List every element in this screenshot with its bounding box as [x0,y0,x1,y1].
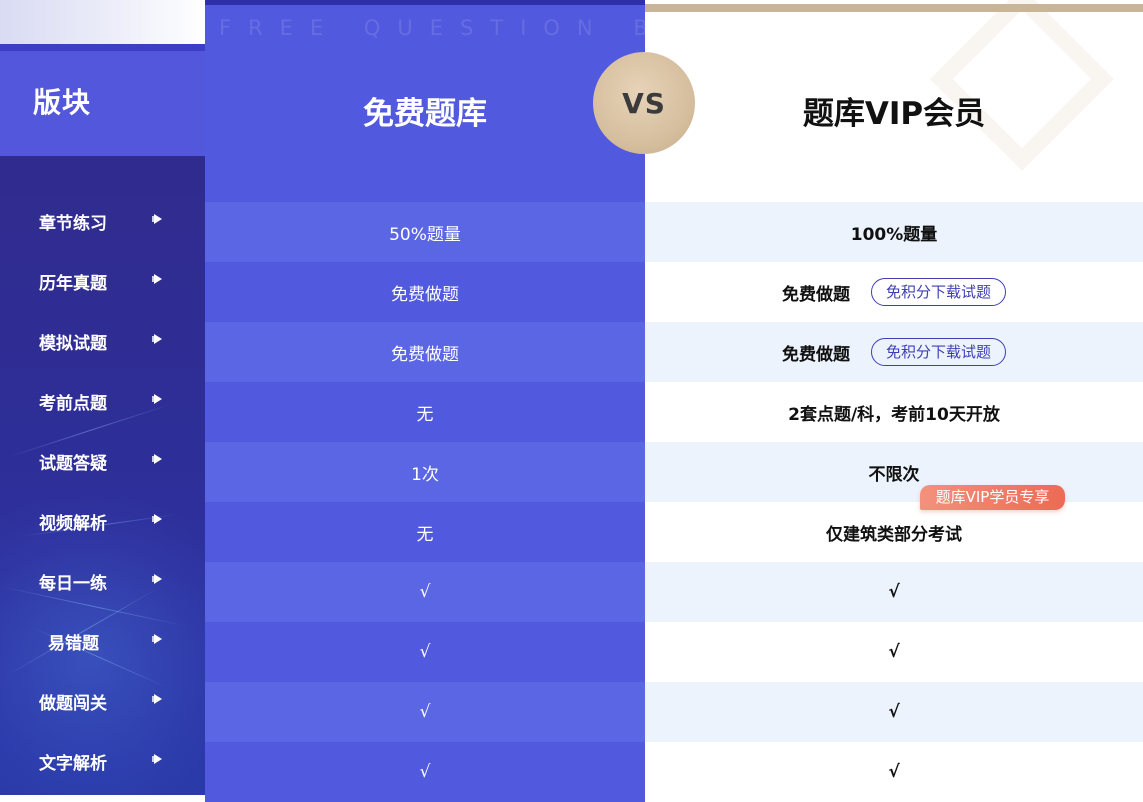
play-arrow-icon [152,394,162,404]
vip-cell-3: 2套点题/科，考前10天开放 [645,382,1143,442]
row-label-text: 考前点题 [39,394,107,414]
play-arrow-icon [152,754,162,764]
vip-cell-text: 2套点题/科，考前10天开放 [788,404,1000,425]
vip-cell-text: √ [888,582,900,602]
free-cell-1: 免费做题 [205,262,645,322]
vip-cell-text: 仅建筑类部分考试 [826,524,962,545]
download-papers-button[interactable]: 免积分下载试题 [870,338,1006,366]
play-arrow-icon [152,274,162,284]
vip-cell-text: 不限次 [868,464,920,485]
free-cell-6: √ [205,562,645,622]
row-label-1: 历年真题 [0,250,205,310]
free-title: 免费题库 [363,96,487,132]
download-papers-button[interactable]: 免积分下载试题 [870,278,1006,306]
play-arrow-icon [152,454,162,464]
vip-cell-text: √ [888,702,900,722]
left-top-line [0,44,205,51]
row-label-7: 易错题 [0,610,205,670]
play-arrow-icon [152,514,162,524]
vs-badge: VS [593,52,695,154]
left-top-strip [0,0,205,44]
vip-cell-text: 100%题量 [850,224,938,245]
vip-cell-text: √ [888,642,900,662]
vip-exclusive-badge: 题库VIP学员专享 [920,485,1065,510]
vip-cell-7: √ [645,622,1143,682]
row-label-text: 做题闯关 [39,694,107,714]
row-label-9: 文字解析 [0,730,205,790]
free-cell-2: 免费做题 [205,322,645,382]
row-label-text: 每日一练 [39,574,107,594]
vip-cell-0: 100%题量 [645,202,1143,262]
diamond-decoration [930,0,1114,171]
vip-cell-text: 免费做题 [781,284,850,305]
free-cell-9: √ [205,742,645,802]
row-label-text: 视频解析 [39,514,107,534]
play-arrow-icon [152,334,162,344]
vip-title: 题库VIP会员 [802,96,986,132]
row-label-8: 做题闯关 [0,670,205,730]
vip-cell-2: 免费做题 免积分下载试题 [645,322,1143,382]
free-cell-0: 50%题量 [205,202,645,262]
row-label-5: 视频解析 [0,490,205,550]
play-arrow-icon [152,214,162,224]
vip-top-bar [645,4,1143,12]
row-label-6: 每日一练 [0,550,205,610]
free-cell-8: √ [205,682,645,742]
free-cell-5: 无 [205,502,645,562]
row-label-text: 易错题 [48,634,99,654]
free-cell-7: √ [205,622,645,682]
row-label-text: 试题答疑 [39,454,107,474]
vip-cell-text: 免费做题 [781,344,850,365]
watermark-text: FREE QUESTION BANK [219,16,760,40]
row-label-0: 章节练习 [0,190,205,250]
row-label-text: 文字解析 [39,754,107,774]
play-arrow-icon [152,694,162,704]
row-label-2: 模拟试题 [0,310,205,370]
row-header-cell: 版块 [0,51,205,156]
vip-cell-text: √ [888,762,900,782]
vip-cell-8: √ [645,682,1143,742]
row-header-label: 版块 [33,85,92,119]
row-label-text: 模拟试题 [39,334,107,354]
free-cell-4: 1次 [205,442,645,502]
vs-text: VS [622,86,666,120]
free-cell-3: 无 [205,382,645,442]
row-label-text: 历年真题 [39,274,107,294]
row-label-4: 试题答疑 [0,430,205,490]
row-label-text: 章节练习 [39,214,107,234]
row-label-3: 考前点题 [0,370,205,430]
vip-cell-1: 免费做题 免积分下载试题 [645,262,1143,322]
play-arrow-icon [152,634,162,644]
play-arrow-icon [152,574,162,584]
vip-cell-9: √ [645,742,1143,802]
vip-cell-6: √ [645,562,1143,622]
vip-cell-4: 不限次 [645,442,1143,502]
vip-cell-5: 仅建筑类部分考试 [645,502,1143,562]
